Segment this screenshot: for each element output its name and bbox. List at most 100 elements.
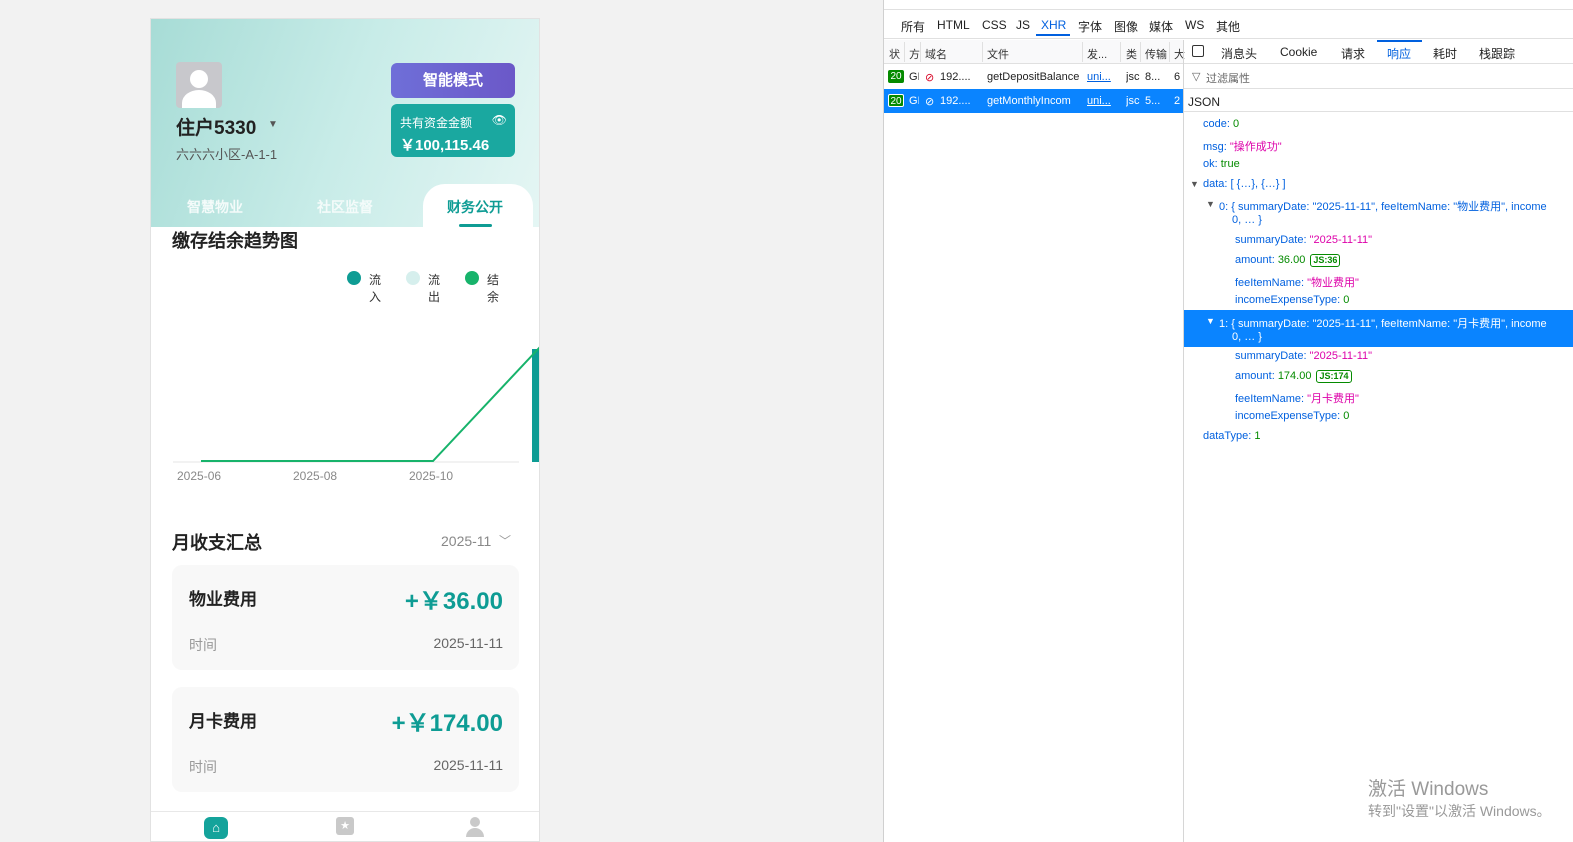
fee-time: 2025-11-11 <box>433 635 503 651</box>
request-initiator[interactable]: uni... <box>1087 95 1117 107</box>
json-row-selected[interactable]: 1: { summaryDate: "2025-11-11", feeItemN… <box>1219 315 1547 331</box>
json-row[interactable]: 0: { summaryDate: "2025-11-11", feeItemN… <box>1219 198 1547 214</box>
column-header-method[interactable]: 方 <box>909 46 920 62</box>
column-header-domain[interactable]: 域名 <box>925 46 947 62</box>
filter-properties-input[interactable]: 过滤属性 <box>1206 70 1250 86</box>
user-name[interactable]: 住户5330 <box>176 113 256 140</box>
filter-fonts[interactable]: 字体 <box>1078 18 1102 35</box>
tab-stack-trace[interactable]: 栈跟踪 <box>1479 45 1515 62</box>
legend-label-outflow: 流出 <box>428 273 441 304</box>
column-header-initiator[interactable]: 发... <box>1087 46 1107 62</box>
json-row[interactable]: dataType: 1 <box>1203 430 1261 442</box>
mobile-app-frame: 住户5330 ▼ 六六六小区-A-1-1 智能模式 共有资金金额 👁 ￥100,… <box>150 18 540 842</box>
fee-time-label: 时间 <box>189 637 217 653</box>
home-icon[interactable]: ⌂ <box>204 817 228 839</box>
panel-splitter[interactable] <box>1183 40 1184 842</box>
expand-triangle-icon[interactable]: ▼ <box>1206 199 1215 209</box>
avatar[interactable] <box>176 62 222 108</box>
user-icon[interactable] <box>465 816 485 838</box>
filter-other[interactable]: 其他 <box>1216 18 1240 35</box>
windows-activation-watermark-title: 激活 Windows <box>1368 779 1489 800</box>
fund-label: 共有资金金额 <box>400 116 473 130</box>
request-type: jsc <box>1126 71 1140 83</box>
status-badge: 20 <box>888 94 904 107</box>
request-row[interactable]: 20 GI ⊘ 192.... getMonthlyIncom uni... j… <box>884 89 1183 113</box>
json-row-continuation: 0, … } <box>1232 214 1262 226</box>
bottom-nav: ⌂ ★ <box>151 811 539 841</box>
json-row[interactable]: amount: 36.00 JS:36 <box>1235 254 1341 267</box>
status-badge: 20 <box>888 70 904 83</box>
column-header-status[interactable]: 状 <box>889 46 900 62</box>
json-row[interactable]: code: 0 <box>1203 118 1239 130</box>
x-tick-label: 2025-08 <box>293 469 337 483</box>
js-number-badge: JS:36 <box>1310 254 1341 267</box>
tab-community-supervision[interactable]: 社区监督 <box>317 197 373 217</box>
chart-line-balance <box>201 346 539 462</box>
fee-card[interactable]: 月卡费用 +￥174.00 时间 2025-11-11 <box>172 687 519 792</box>
json-row[interactable]: incomeExpenseType: 0 <box>1235 294 1349 306</box>
filter-images[interactable]: 图像 <box>1114 18 1138 35</box>
request-transfer: 8... <box>1145 71 1161 83</box>
json-row[interactable]: amount: 174.00 JS:174 <box>1235 370 1352 383</box>
json-section-header[interactable]: JSON <box>1184 90 1573 112</box>
detail-tab-bar: 消息头 Cookie 请求 响应 耗时 栈跟踪 <box>1184 40 1573 64</box>
x-tick-label: 2025-06 <box>177 469 221 483</box>
fee-name: 月卡费用 <box>189 712 257 731</box>
windows-activation-watermark-text: 转到"设置"以激活 Windows。 <box>1368 803 1551 819</box>
json-row[interactable]: incomeExpenseType: 0 <box>1235 410 1349 422</box>
tab-response[interactable]: 响应 <box>1387 45 1411 62</box>
legend-dot-inflow[interactable] <box>347 271 361 285</box>
chevron-down-icon[interactable]: ﹀ <box>499 532 511 549</box>
request-row[interactable]: 20 GI ⊘ 192.... getDepositBalance uni...… <box>884 65 1183 89</box>
filter-css[interactable]: CSS <box>982 18 1007 32</box>
filter-js[interactable]: JS <box>1016 18 1030 32</box>
filter-properties-bar[interactable]: ▽ 过滤属性 <box>1184 65 1573 89</box>
chart-title: 缴存结余趋势图 <box>172 231 298 251</box>
json-row[interactable]: ok: true <box>1203 158 1240 170</box>
star-icon[interactable]: ★ <box>336 817 354 835</box>
request-table-header: 状 方 域名 文件 发... 类 传输 大 <box>884 40 1185 64</box>
legend-dot-outflow[interactable] <box>406 271 420 285</box>
json-row[interactable]: summaryDate: "2025-11-11" <box>1235 350 1372 362</box>
json-row[interactable]: data: [ {…}, {…} ] <box>1203 178 1286 190</box>
column-header-type[interactable]: 类 <box>1126 46 1137 62</box>
tab-headers[interactable]: 消息头 <box>1221 45 1257 62</box>
request-initiator[interactable]: uni... <box>1087 71 1117 83</box>
json-row[interactable]: feeItemName: "月卡费用" <box>1235 390 1359 406</box>
tab-smart-property[interactable]: 智慧物业 <box>187 197 243 217</box>
fee-time-label: 时间 <box>189 759 217 775</box>
column-header-file[interactable]: 文件 <box>987 46 1009 62</box>
fee-card[interactable]: 物业费用 +￥36.00 时间 2025-11-11 <box>172 565 519 670</box>
json-row[interactable]: msg: "操作成功" <box>1203 138 1282 154</box>
filter-ws[interactable]: WS <box>1185 18 1204 32</box>
month-selector[interactable]: 2025-11 <box>441 533 491 549</box>
tab-timings[interactable]: 耗时 <box>1433 45 1457 62</box>
legend-label-balance: 结余 <box>487 273 500 304</box>
column-header-transfer[interactable]: 传输 <box>1145 46 1167 62</box>
filter-html[interactable]: HTML <box>937 18 970 32</box>
fee-amount: +￥174.00 <box>391 710 503 737</box>
tab-finance-public[interactable]: 财务公开 <box>447 197 503 217</box>
expand-triangle-icon[interactable]: ▼ <box>1206 316 1215 326</box>
insecure-icon: ⊘ <box>925 72 935 84</box>
request-method: GI <box>909 71 919 83</box>
caret-down-icon[interactable]: ▼ <box>268 119 278 130</box>
filter-xhr[interactable]: XHR <box>1041 18 1066 32</box>
filter-media[interactable]: 媒体 <box>1149 18 1173 35</box>
expand-triangle-icon[interactable]: ▼ <box>1190 179 1199 189</box>
tab-cookie[interactable]: Cookie <box>1280 45 1317 59</box>
filter-active-indicator <box>1036 34 1070 36</box>
panel-toggle-icon[interactable] <box>1192 45 1204 57</box>
eye-icon[interactable]: 👁 <box>492 113 507 127</box>
header-banner: 住户5330 ▼ 六六六小区-A-1-1 智能模式 共有资金金额 👁 ￥100,… <box>151 19 539 229</box>
json-row[interactable]: feeItemName: "物业费用" <box>1235 274 1359 290</box>
tab-request[interactable]: 请求 <box>1341 45 1365 62</box>
filter-all[interactable]: 所有 <box>901 18 925 35</box>
fee-name: 物业费用 <box>189 590 257 609</box>
smart-mode-button[interactable]: 智能模式 <box>391 63 515 98</box>
legend-dot-balance[interactable] <box>465 271 479 285</box>
json-row[interactable]: summaryDate: "2025-11-11" <box>1235 234 1372 246</box>
community-address: 六六六小区-A-1-1 <box>176 147 278 162</box>
request-size: 2 <box>1174 95 1181 107</box>
chart-bar <box>532 349 539 462</box>
